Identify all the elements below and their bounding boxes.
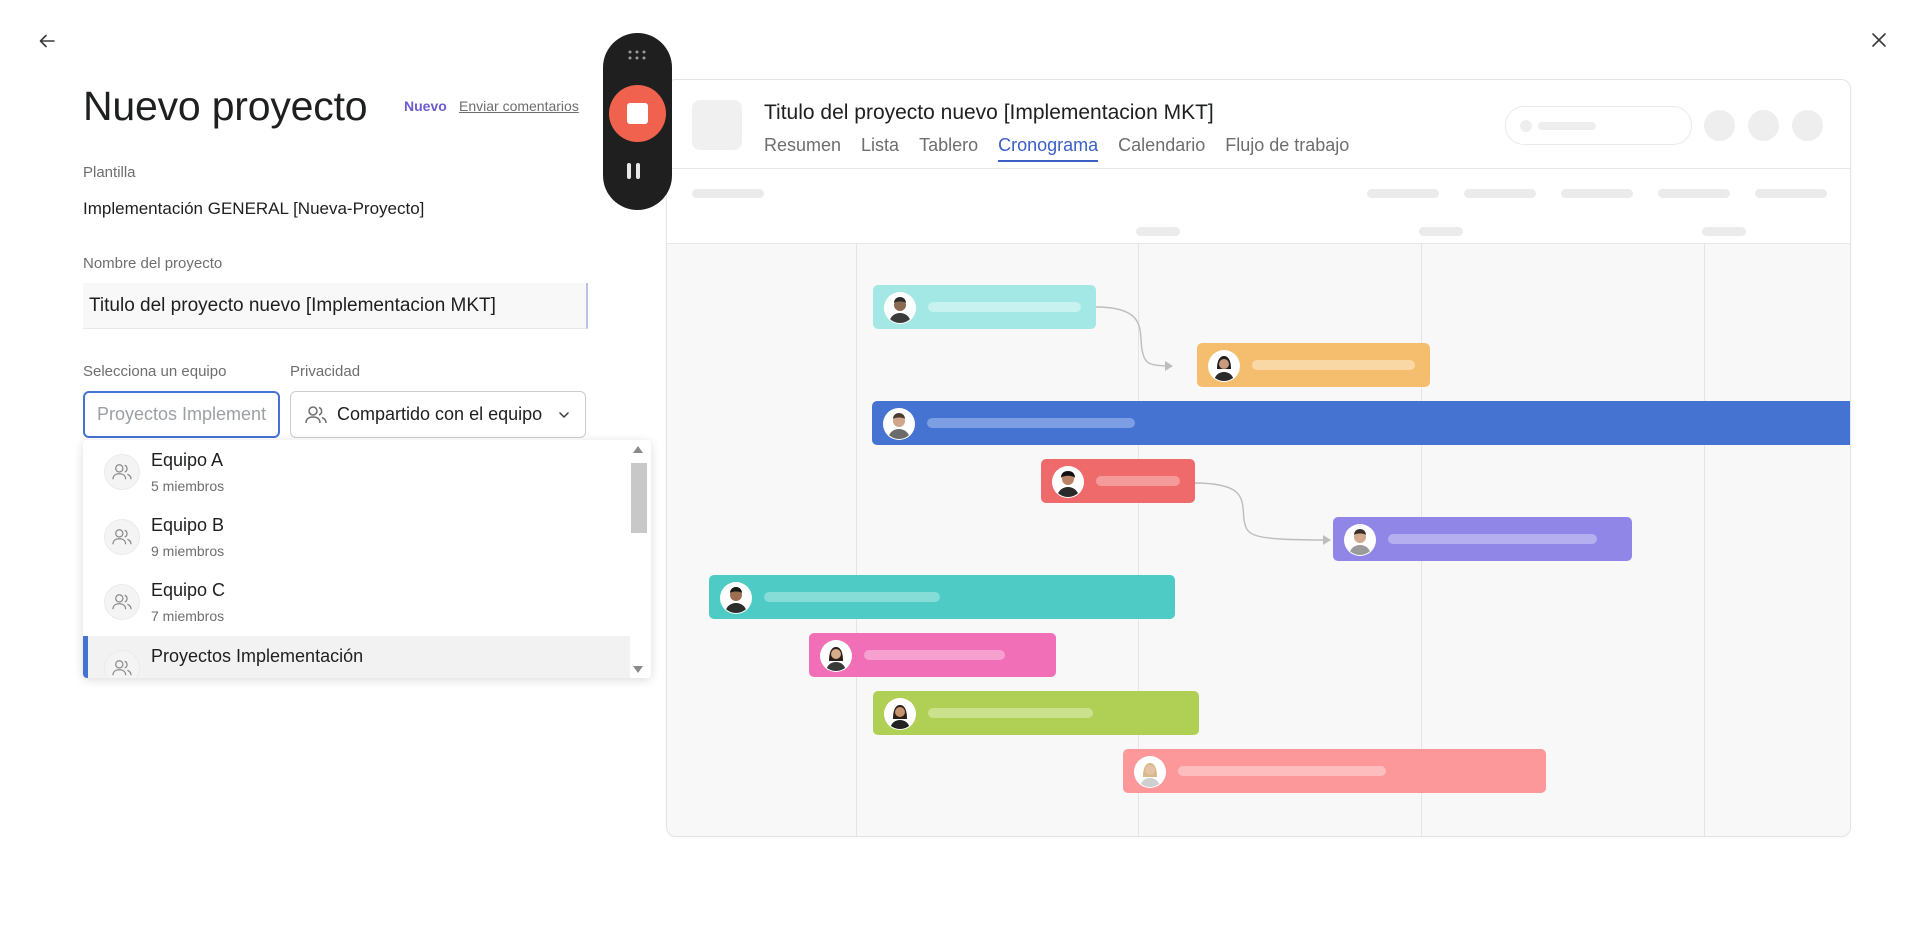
timeline-task-bar[interactable] (1041, 459, 1195, 503)
pause-recording-button[interactable] (627, 163, 640, 179)
avatar (884, 698, 916, 730)
team-dropdown: Equipo A 5 miembros Equipo B 9 miembros … (83, 440, 651, 678)
team-avatar (104, 650, 140, 678)
team-option-equipo-c[interactable]: Equipo C 7 miembros (83, 570, 630, 635)
team-option-proyectos-implementacion[interactable]: Proyectos Implementación (83, 636, 630, 678)
avatar (884, 292, 916, 324)
task-title-placeholder (1096, 476, 1180, 486)
timeline-task-bar[interactable] (1197, 343, 1430, 387)
project-name-input[interactable] (83, 283, 588, 329)
privacy-label: Privacidad (290, 363, 361, 380)
privacy-select-value: Compartido con el equipo (337, 404, 543, 424)
page-title: Nuevo proyecto (83, 83, 368, 129)
timeline-task-bar[interactable] (872, 401, 1850, 445)
timeline-task-bar[interactable] (873, 285, 1096, 329)
team-option-equipo-b[interactable]: Equipo B 9 miembros (83, 505, 630, 570)
team-icon (112, 529, 132, 545)
avatar (883, 408, 915, 440)
team-option-name: Equipo B (151, 515, 225, 535)
scroll-down-arrow-icon[interactable] (633, 666, 643, 673)
avatar (1344, 524, 1376, 556)
dependency-connectors (1094, 306, 1331, 545)
template-value: Implementación GENERAL [Nueva-Proyecto] (83, 199, 425, 218)
team-icon (112, 594, 132, 610)
team-label: Selecciona un equipo (83, 363, 227, 380)
project-preview: Titulo del proyecto nuevo [Implementacio… (666, 79, 1851, 837)
team-option-members: 7 miembros (151, 608, 225, 624)
task-title-placeholder (928, 302, 1081, 312)
stop-recording-button[interactable] (609, 85, 666, 142)
task-title-placeholder (1178, 766, 1386, 776)
team-search-input[interactable] (83, 391, 280, 438)
task-title-placeholder (764, 592, 940, 602)
timeline-task-bar[interactable] (809, 633, 1056, 677)
privacy-select[interactable]: Compartido con el equipo (290, 391, 586, 438)
team-avatar (104, 519, 140, 555)
close-icon (1872, 33, 1886, 47)
team-avatar (104, 454, 140, 490)
back-button[interactable] (31, 25, 63, 57)
team-option-name: Equipo C (151, 580, 226, 600)
avatar (820, 640, 852, 672)
arrow-left-icon (39, 34, 55, 48)
team-avatar (104, 584, 140, 620)
close-button[interactable] (1863, 24, 1895, 56)
team-members-icon (305, 405, 327, 423)
screen-recorder-control (603, 33, 672, 210)
team-icon (112, 464, 132, 480)
scroll-up-arrow-icon[interactable] (633, 446, 643, 453)
stop-icon (627, 103, 648, 124)
new-badge: Nuevo (404, 98, 447, 114)
pause-icon-bar (636, 163, 640, 179)
project-name-label: Nombre del proyecto (83, 255, 223, 272)
team-option-name: Equipo A (151, 450, 224, 470)
pause-icon (627, 163, 631, 179)
team-option-name: Proyectos Implementación (151, 646, 364, 666)
task-title-placeholder (864, 650, 1005, 660)
avatar (720, 582, 752, 614)
drag-handle-icon[interactable] (627, 49, 647, 61)
chevron-down-icon (559, 411, 569, 418)
avatar (1052, 466, 1084, 498)
dropdown-scroll-thumb[interactable] (631, 463, 647, 533)
template-label: Plantilla (83, 164, 136, 181)
task-title-placeholder (928, 708, 1093, 718)
avatar (1134, 756, 1166, 788)
task-title-placeholder (927, 418, 1135, 428)
timeline-task-bar[interactable] (1333, 517, 1632, 561)
team-option-equipo-a[interactable]: Equipo A 5 miembros (83, 440, 630, 505)
task-title-placeholder (1252, 360, 1415, 370)
feedback-link[interactable]: Enviar comentarios (459, 98, 579, 114)
team-option-members: 5 miembros (151, 478, 225, 494)
task-title-placeholder (1388, 534, 1597, 544)
timeline-task-bar[interactable] (873, 691, 1199, 735)
team-icon (112, 660, 132, 676)
avatar (1208, 350, 1240, 382)
timeline-task-bar[interactable] (709, 575, 1175, 619)
timeline-task-bar[interactable] (1123, 749, 1546, 793)
team-option-members: 9 miembros (151, 543, 225, 559)
